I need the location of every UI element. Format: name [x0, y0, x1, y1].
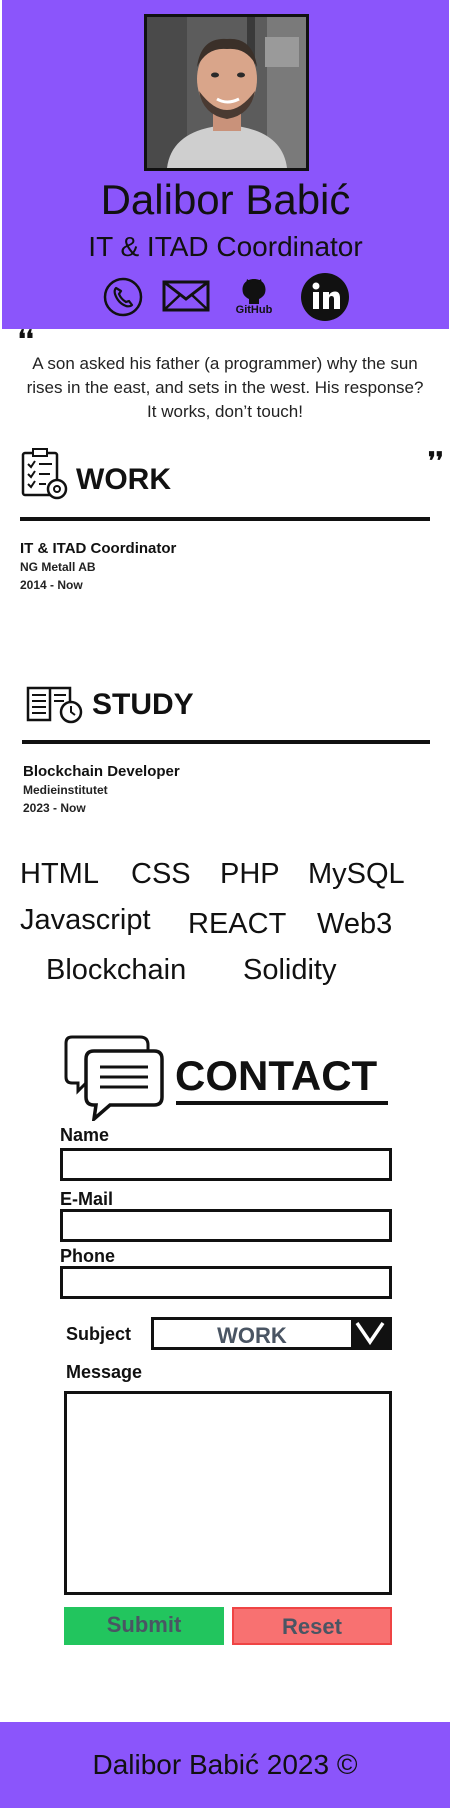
work-divider: [20, 517, 430, 521]
email-link[interactable]: [161, 276, 211, 321]
footer: Dalibor Babić 2023 ©: [0, 1722, 450, 1808]
skill-tag: Javascript: [20, 904, 151, 936]
github-icon: [242, 279, 266, 304]
skill-tag: PHP: [220, 858, 280, 890]
phone-icon: [103, 277, 143, 317]
linkedin-link[interactable]: [300, 272, 350, 327]
chat-bubbles-icon: [64, 1035, 164, 1121]
book-clock-icon: [26, 686, 83, 724]
work-title: WORK: [76, 463, 171, 496]
reset-button[interactable]: Reset: [232, 1607, 392, 1645]
profile-header: Dalibor Babić IT & ITAD Coordinator GitH…: [2, 0, 449, 329]
contact-title: CONTACT: [175, 1052, 378, 1099]
study-role: Blockchain Developer: [23, 763, 180, 780]
clipboard-gear-icon: [21, 448, 68, 500]
skill-tag: HTML: [20, 858, 99, 890]
skill-tag: MySQL: [308, 858, 405, 890]
subject-select[interactable]: WORK: [151, 1317, 392, 1350]
skill-tag: Blockchain: [46, 954, 187, 986]
contact-underline: [176, 1101, 388, 1105]
quote-close-icon: ❜❜: [428, 448, 444, 475]
mail-icon: [162, 280, 210, 312]
phone-input[interactable]: [60, 1266, 392, 1299]
skill-tag: Web3: [317, 908, 393, 940]
footer-text: Dalibor Babić 2023 ©: [92, 1749, 358, 1780]
study-period: 2023 - Now: [23, 801, 86, 815]
study-school: Medieinstitutet: [23, 783, 108, 797]
skill-tag: Solidity: [243, 954, 337, 986]
subject-label: Subject: [66, 1324, 132, 1344]
study-title: STUDY: [92, 688, 194, 721]
quote-text: A son asked his father (a programmer) wh…: [26, 354, 424, 421]
skill-tag: REACT: [188, 908, 287, 940]
name-label: Name: [60, 1125, 110, 1145]
github-link[interactable]: GitHub: [232, 276, 276, 318]
work-company: NG Metall AB: [20, 560, 96, 574]
profile-photo: [144, 14, 309, 171]
email-input[interactable]: [60, 1209, 392, 1242]
message-label: Message: [66, 1362, 143, 1382]
linkedin-icon: [301, 273, 349, 321]
profile-name: Dalibor Babić: [100, 176, 351, 223]
email-label: E-Mail: [60, 1189, 114, 1209]
subject-value: WORK: [217, 1323, 287, 1348]
profile-role: IT & ITAD Coordinator: [88, 231, 363, 262]
phone-link[interactable]: [101, 276, 145, 323]
study-divider: [22, 740, 430, 744]
work-role: IT & ITAD Coordinator: [20, 540, 177, 557]
submit-button[interactable]: Submit: [64, 1607, 224, 1645]
phone-label: Phone: [60, 1246, 116, 1266]
quote-open-icon: ❛❛: [18, 326, 34, 353]
name-input[interactable]: [60, 1148, 392, 1181]
profile-photo-illustration: [147, 17, 306, 168]
work-period: 2014 - Now: [20, 578, 83, 592]
chevron-down-icon: [351, 1320, 389, 1347]
message-textarea[interactable]: [64, 1391, 392, 1595]
github-label: GitHub: [235, 304, 273, 316]
skill-tag: CSS: [131, 858, 191, 890]
